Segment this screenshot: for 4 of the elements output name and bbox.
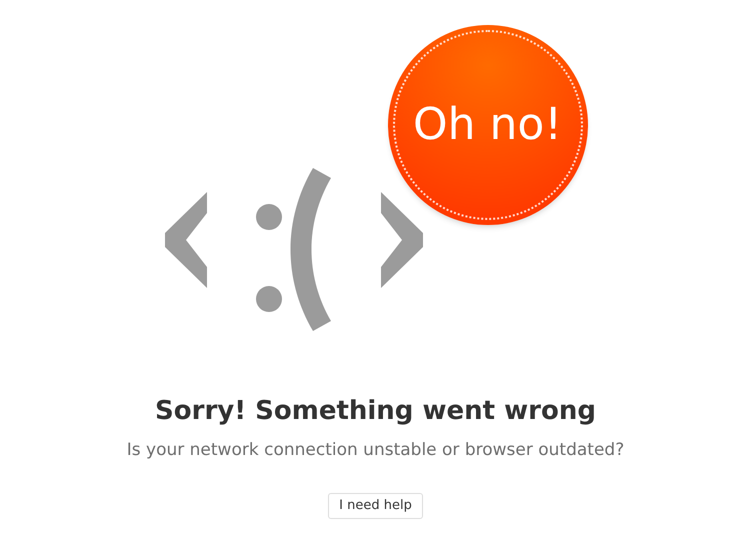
error-message: Is your network connection unstable or browser outdated? (126, 438, 624, 462)
help-button[interactable]: I need help (328, 493, 423, 519)
badge-text: Oh no! (413, 103, 562, 147)
error-heading: Sorry! Something went wrong (155, 395, 596, 428)
